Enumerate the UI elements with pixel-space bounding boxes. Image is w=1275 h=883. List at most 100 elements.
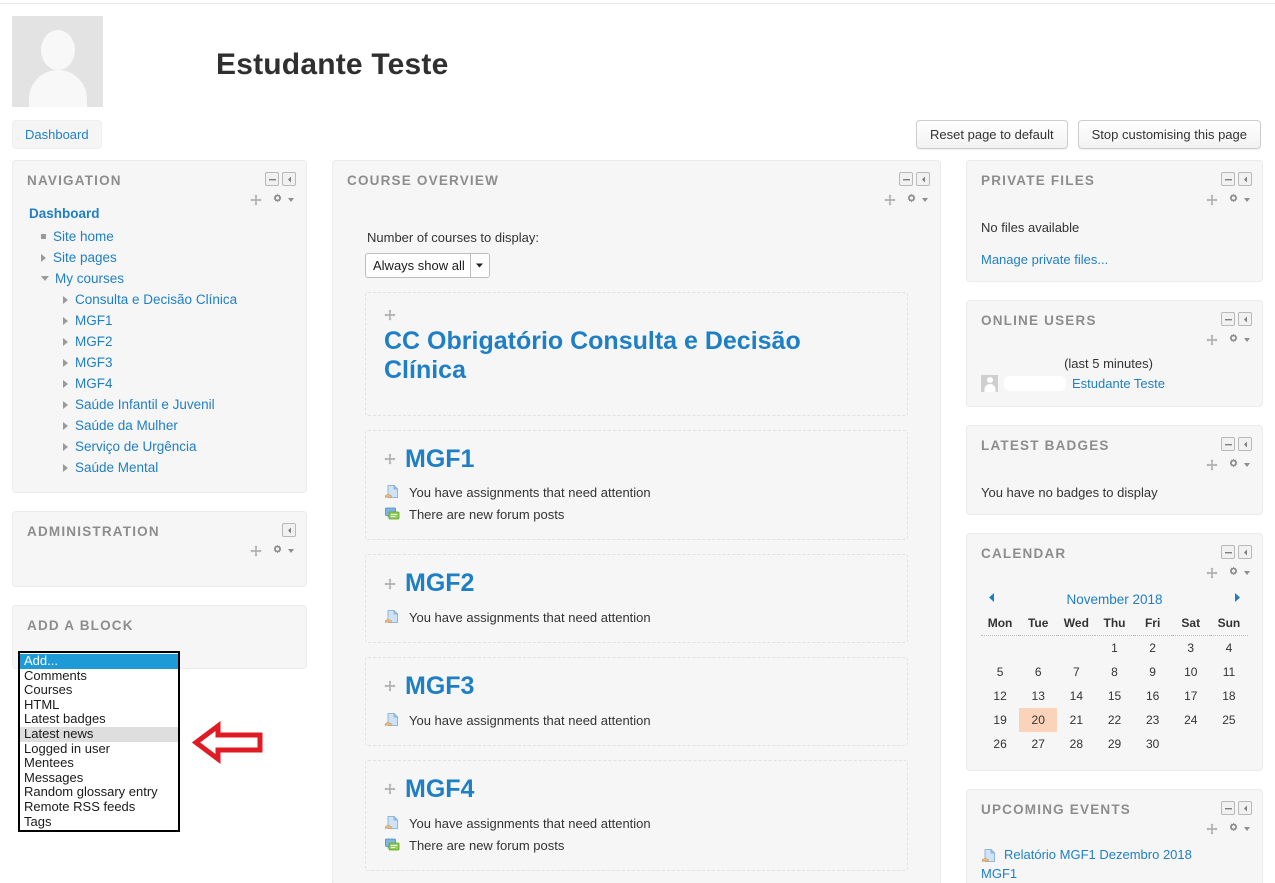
nav-label[interactable]: Saúde Mental — [75, 457, 158, 478]
nav-label[interactable]: MGF1 — [75, 310, 113, 331]
gear-caret-icon[interactable] — [288, 548, 294, 553]
course-title-link[interactable]: MGF4 — [405, 775, 474, 804]
gear-icon[interactable] — [1227, 458, 1240, 471]
chevron-right-icon[interactable] — [63, 316, 68, 325]
gear-icon[interactable] — [271, 544, 284, 557]
sidebar-item-course-consulta[interactable]: Consulta e Decisão Clínica — [27, 289, 292, 310]
hide-block-icon[interactable] — [1221, 545, 1235, 559]
reset-page-button[interactable]: Reset page to default — [916, 120, 1068, 149]
manage-private-files-link[interactable]: Manage private files... — [981, 252, 1108, 267]
course-title-link[interactable]: MGF3 — [405, 672, 474, 701]
sidebar-item-course-mgf2[interactable]: MGF2 — [27, 331, 292, 352]
dock-block-icon[interactable] — [1238, 801, 1252, 815]
move-block-icon[interactable] — [1206, 567, 1218, 579]
hide-block-icon[interactable] — [1221, 172, 1235, 186]
sidebar-item-course-saude-mental[interactable]: Saúde Mental — [27, 457, 292, 478]
chevron-right-icon[interactable] — [63, 463, 68, 472]
add-block-option[interactable]: Courses — [20, 683, 178, 698]
move-course-icon[interactable] — [384, 680, 396, 692]
dock-block-icon[interactable] — [1238, 437, 1252, 451]
nav-label[interactable]: Site home — [53, 226, 114, 247]
dock-block-icon[interactable] — [282, 523, 296, 537]
add-block-option[interactable]: HTML — [20, 697, 178, 713]
sidebar-item-course-saude-mulher[interactable]: Saúde da Mulher — [27, 415, 292, 436]
chevron-right-icon[interactable] — [63, 400, 68, 409]
nav-label[interactable]: MGF3 — [75, 352, 113, 373]
sidebar-item-course-mgf1[interactable]: MGF1 — [27, 310, 292, 331]
move-block-icon[interactable] — [884, 194, 896, 206]
sidebar-item-course-servico-urgencia[interactable]: Serviço de Urgência — [27, 436, 292, 457]
chevron-right-icon[interactable] — [63, 442, 68, 451]
sidebar-item-site-home[interactable]: Site home — [27, 226, 292, 247]
dock-block-icon[interactable] — [1238, 312, 1252, 326]
calendar-month-label[interactable]: November 2018 — [1066, 592, 1162, 607]
sidebar-item-course-mgf4[interactable]: MGF4 — [27, 373, 292, 394]
dock-block-icon[interactable] — [1238, 172, 1252, 186]
move-course-icon[interactable] — [384, 309, 396, 321]
add-block-option[interactable]: Latest badges — [20, 712, 178, 727]
chevron-right-icon[interactable] — [63, 379, 68, 388]
chevron-right-icon[interactable] — [63, 295, 68, 304]
add-block-option[interactable]: Add... — [20, 653, 178, 669]
nav-label[interactable]: MGF4 — [75, 373, 113, 394]
dock-block-icon[interactable] — [1238, 545, 1252, 559]
move-course-icon[interactable] — [384, 453, 396, 465]
dock-block-icon[interactable] — [282, 172, 296, 186]
gear-caret-icon[interactable] — [922, 197, 928, 202]
breadcrumb-dashboard[interactable]: Dashboard — [12, 120, 102, 149]
add-block-option[interactable]: Tags — [20, 814, 178, 830]
hide-block-icon[interactable] — [1221, 801, 1235, 815]
gear-icon[interactable] — [905, 193, 918, 206]
gear-icon[interactable] — [1227, 566, 1240, 579]
add-block-select-dropdown[interactable]: Add... Comments Courses HTML Latest badges La… — [18, 651, 180, 833]
nav-label[interactable]: Saúde da Mulher — [75, 415, 178, 436]
move-block-icon[interactable] — [1206, 334, 1218, 346]
course-title-link[interactable]: MGF1 — [405, 445, 474, 474]
move-block-icon[interactable] — [1206, 459, 1218, 471]
sidebar-item-site-pages[interactable]: Site pages — [27, 247, 292, 268]
move-block-icon[interactable] — [250, 194, 262, 206]
upcoming-event-course-link[interactable]: MGF1 — [981, 866, 1248, 881]
gear-caret-icon[interactable] — [1244, 570, 1250, 575]
move-block-icon[interactable] — [1206, 823, 1218, 835]
sidebar-item-course-saude-infantil[interactable]: Saúde Infantil e Juvenil — [27, 394, 292, 415]
add-block-option[interactable]: Remote RSS feeds — [20, 799, 178, 815]
gear-icon[interactable] — [271, 193, 284, 206]
gear-caret-icon[interactable] — [1244, 197, 1250, 202]
calendar-next-month-icon[interactable] — [1231, 591, 1244, 607]
nav-label[interactable]: Serviço de Urgência — [75, 436, 197, 457]
sidebar-item-my-courses[interactable]: My courses — [27, 268, 292, 289]
online-user-link[interactable]: Estudante Teste — [1072, 376, 1165, 391]
courses-display-select[interactable]: Always show all — [365, 253, 490, 278]
calendar-day[interactable]: 8 — [1095, 660, 1133, 684]
chevron-down-icon[interactable] — [41, 276, 49, 281]
gear-caret-icon[interactable] — [1244, 462, 1250, 467]
add-block-option[interactable]: Logged in user — [20, 741, 178, 757]
gear-caret-icon[interactable] — [288, 197, 294, 202]
hide-block-icon[interactable] — [1221, 437, 1235, 451]
nav-label[interactable]: Saúde Infantil e Juvenil — [75, 394, 215, 415]
sidebar-item-course-mgf3[interactable]: MGF3 — [27, 352, 292, 373]
gear-caret-icon[interactable] — [1244, 826, 1250, 831]
add-block-option[interactable]: Random glossary entry — [20, 785, 178, 800]
nav-label[interactable]: MGF2 — [75, 331, 113, 352]
add-block-option[interactable]: Comments — [20, 668, 178, 684]
gear-icon[interactable] — [1227, 822, 1240, 835]
add-block-option[interactable]: Mentees — [20, 756, 178, 771]
add-block-option[interactable]: Messages — [20, 770, 178, 786]
course-title-link[interactable]: CC Obrigatório Consulta e Decisão Clínic… — [384, 327, 801, 384]
nav-label[interactable]: Site pages — [53, 247, 117, 268]
nav-root-dashboard[interactable]: Dashboard — [29, 206, 292, 221]
hide-block-icon[interactable] — [265, 172, 279, 186]
nav-label[interactable]: Consulta e Decisão Clínica — [75, 289, 237, 310]
calendar-prev-month-icon[interactable] — [985, 591, 998, 607]
hide-block-icon[interactable] — [899, 172, 913, 186]
stop-customising-button[interactable]: Stop customising this page — [1077, 120, 1261, 149]
gear-icon[interactable] — [1227, 333, 1240, 346]
move-block-icon[interactable] — [1206, 194, 1218, 206]
move-block-icon[interactable] — [250, 545, 262, 557]
gear-caret-icon[interactable] — [1244, 337, 1250, 342]
dock-block-icon[interactable] — [916, 172, 930, 186]
hide-block-icon[interactable] — [1221, 312, 1235, 326]
chevron-right-icon[interactable] — [63, 358, 68, 367]
